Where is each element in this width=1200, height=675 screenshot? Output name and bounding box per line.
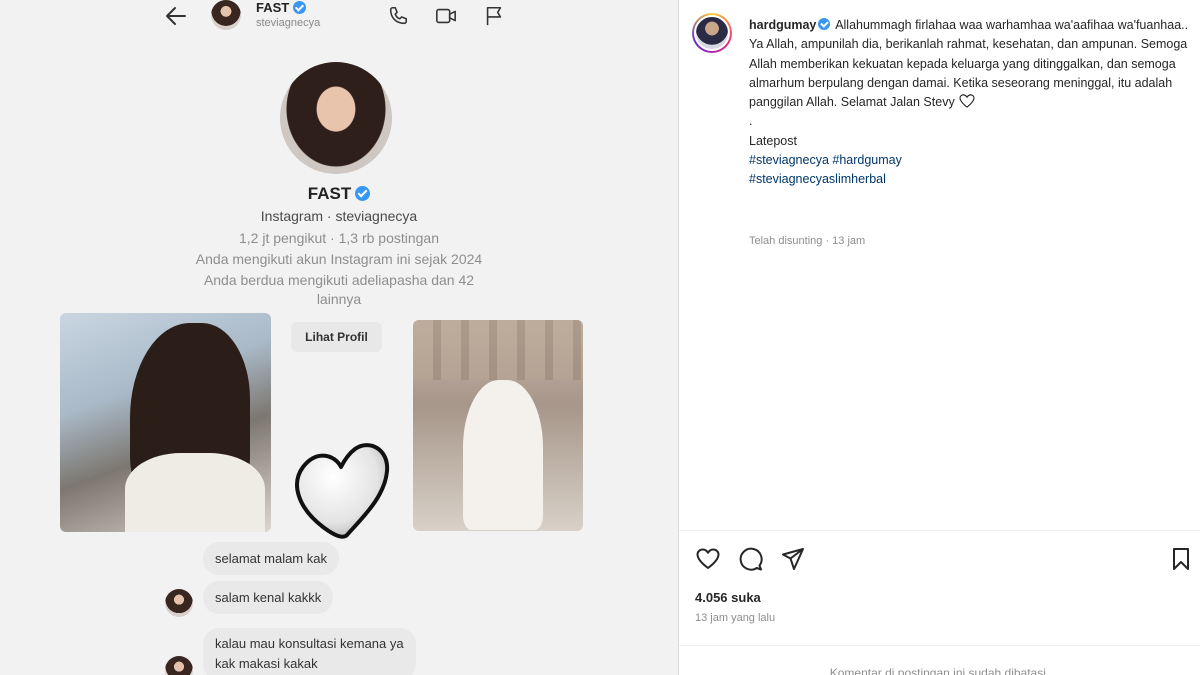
author-username[interactable]: hardgumay bbox=[749, 18, 816, 32]
likes-count[interactable]: 4.056 suka bbox=[695, 590, 761, 605]
dm-header: FAST steviagnecya bbox=[0, 0, 678, 34]
edited-label: Telah disunting bbox=[749, 235, 823, 247]
back-arrow-icon bbox=[166, 7, 186, 25]
caption-latepost: Latepost bbox=[749, 133, 797, 148]
comments-divider bbox=[679, 645, 1200, 646]
message-text: kalau mau konsultasi kemana ya bbox=[215, 636, 404, 651]
chat-avatar bbox=[165, 656, 193, 675]
caption-intro: Allahummagh firlahaa waa warhamhaa wa'aa… bbox=[835, 18, 1189, 32]
message-text: salam kenal kakkk bbox=[215, 589, 322, 605]
phone-icon bbox=[389, 6, 408, 25]
white-heart-sticker-icon bbox=[295, 443, 390, 539]
message-text: kak makasi kakak bbox=[215, 656, 318, 671]
verified-badge-icon bbox=[293, 1, 307, 14]
heart-outline-emoji-icon bbox=[959, 94, 975, 109]
edited-meta: Telah disunting · 13 jam bbox=[749, 235, 866, 247]
post-image: FAST steviagnecya FAST Instagram · stevi… bbox=[0, 0, 678, 675]
following-since: Anda mengikuti akun Instagram ini sejak … bbox=[195, 251, 483, 267]
post-time: 13 jam yang lalu bbox=[695, 612, 776, 624]
message-bubble: salam kenal kakkk bbox=[203, 581, 334, 614]
dm-avatar bbox=[211, 0, 241, 30]
comment-icon[interactable] bbox=[738, 546, 764, 572]
verified-badge-icon bbox=[355, 186, 371, 201]
actions-divider bbox=[679, 530, 1200, 531]
message-text: selamat malam kak bbox=[215, 550, 327, 566]
hashtag-link[interactable]: #steviagnecyaslimherbal bbox=[749, 170, 1189, 189]
verified-badge-icon bbox=[818, 18, 831, 30]
dm-contact-name: FAST bbox=[256, 0, 290, 15]
heart-icon[interactable] bbox=[695, 546, 721, 572]
flag-icon bbox=[486, 6, 502, 26]
profile-source: Instagram · steviagnecya bbox=[260, 208, 418, 224]
author-avatar[interactable] bbox=[692, 13, 732, 53]
profile-stats: 1,2 jt pengikut · 1,3 rb postingan bbox=[238, 230, 440, 246]
profile-photo-right bbox=[413, 320, 583, 531]
dm-contact-username: steviagnecya bbox=[256, 17, 321, 29]
mutual-followers-line2: lainnya bbox=[316, 291, 362, 307]
hashtag-link[interactable]: #steviagnecya #hardgumay bbox=[749, 151, 1189, 170]
video-icon bbox=[436, 8, 456, 24]
comments-restricted-notice: Komentar di postingan ini sudah dibatasi… bbox=[829, 666, 1050, 675]
bookmark-icon[interactable] bbox=[1168, 546, 1194, 572]
caption-dot: . bbox=[749, 114, 753, 129]
panel-divider bbox=[678, 0, 679, 675]
share-icon[interactable] bbox=[780, 546, 806, 572]
profile-photo-left bbox=[60, 313, 271, 532]
profile-avatar bbox=[280, 62, 392, 174]
edited-time: 13 jam bbox=[832, 235, 866, 247]
message-bubble: kalau mau konsultasi kemana ya kak makas… bbox=[203, 628, 416, 675]
view-profile-button: Lihat Profil bbox=[291, 322, 382, 352]
message-bubble: selamat malam kak bbox=[203, 542, 339, 575]
post-caption: hardgumay Allahummagh firlahaa waa warha… bbox=[749, 16, 1189, 190]
profile-name: FAST bbox=[307, 184, 352, 203]
mutual-followers-line1: Anda berdua mengikuti adeliapasha dan 42 bbox=[203, 272, 475, 288]
chat-avatar bbox=[165, 589, 193, 617]
